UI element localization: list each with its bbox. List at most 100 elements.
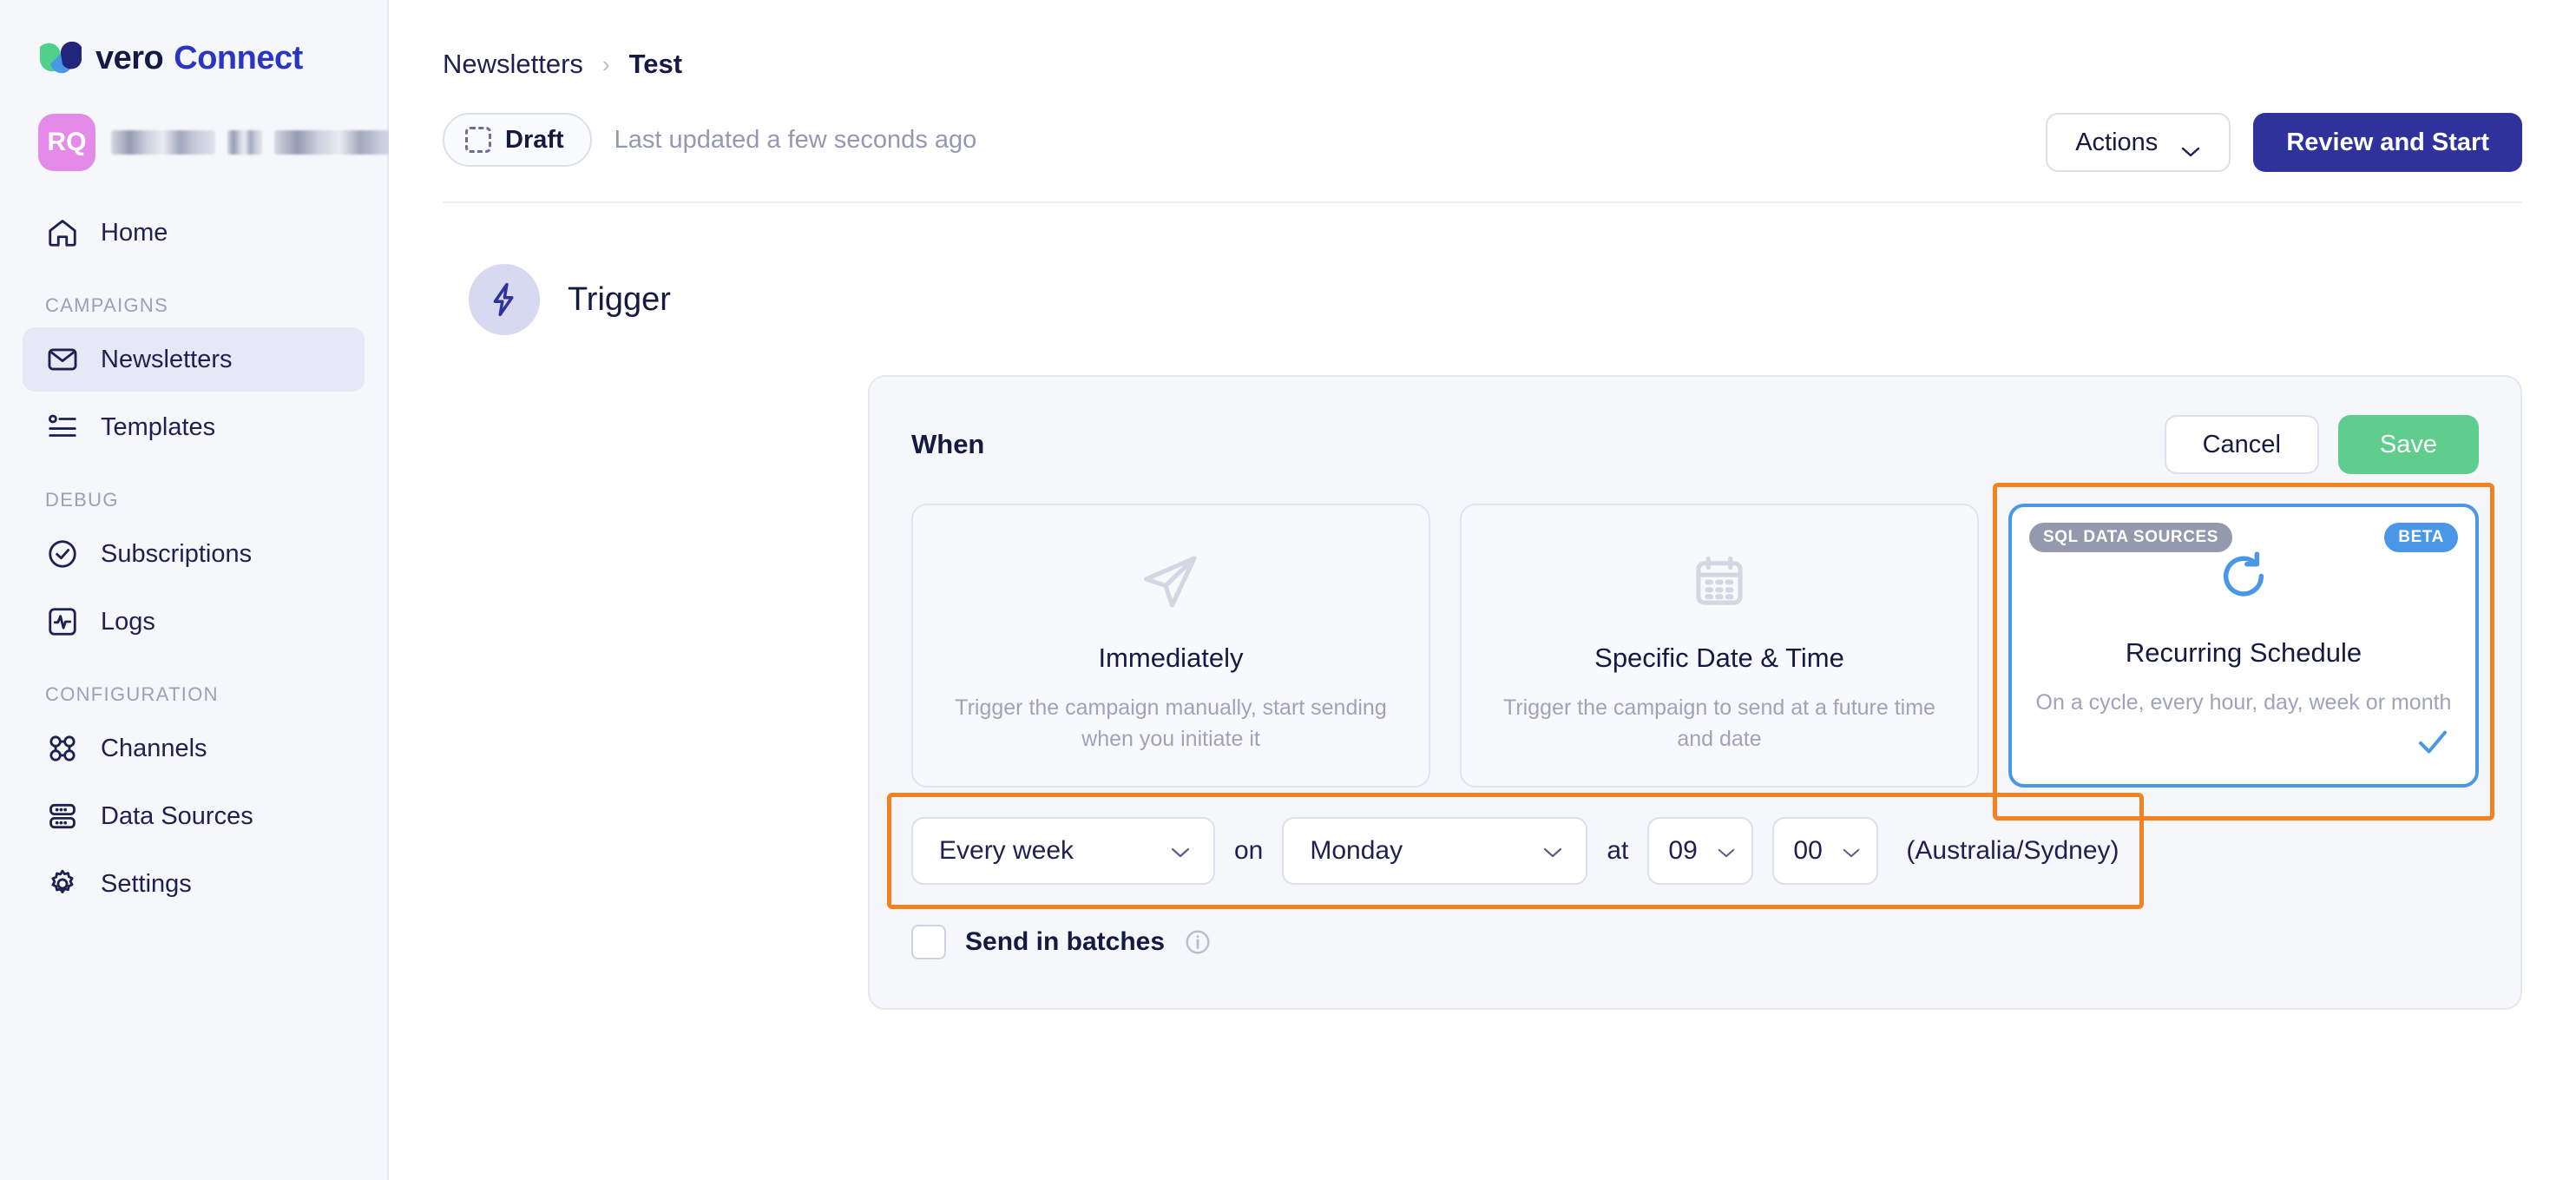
gear-icon	[45, 867, 80, 901]
redacted-segment	[274, 130, 404, 155]
list-icon	[45, 410, 80, 445]
beta-badge: BETA	[2384, 523, 2458, 552]
header-actions: Actions Review and Start	[2046, 113, 2522, 172]
trigger-option-immediately[interactable]: Immediately Trigger the campaign manuall…	[911, 504, 1430, 788]
chevron-down-icon	[1170, 836, 1191, 866]
calendar-icon	[1690, 542, 1749, 622]
paper-plane-icon	[1140, 542, 1202, 622]
hour-value: 09	[1668, 836, 1698, 865]
minute-value: 00	[1793, 836, 1823, 865]
conjunction-at: at	[1607, 836, 1629, 865]
frequency-value: Every week	[939, 836, 1074, 865]
hour-select[interactable]: 09	[1647, 817, 1754, 885]
user-menu[interactable]: RQ	[0, 77, 470, 171]
chevron-down-icon	[2180, 136, 2201, 157]
sidebar-item-subscriptions[interactable]: Subscriptions	[23, 522, 365, 586]
timezone-label: (Australia/Sydney)	[1906, 836, 2119, 865]
option-title: Immediately	[1098, 643, 1244, 673]
trigger-option-recurring-wrapper: SQL DATA SOURCES BETA Recurring Schedule…	[1993, 483, 2494, 821]
cancel-button-label: Cancel	[2202, 430, 2281, 458]
sql-data-sources-badge: SQL DATA SOURCES	[2029, 523, 2233, 552]
status-row: Draft Last updated a few seconds ago Act…	[389, 80, 2576, 172]
sidebar-item-templates[interactable]: Templates	[23, 395, 365, 459]
conjunction-on: on	[1234, 836, 1264, 865]
sidebar-item-label: Logs	[101, 607, 155, 636]
sidebar-item-label: Subscriptions	[101, 539, 253, 568]
save-button[interactable]: Save	[2337, 415, 2479, 474]
redacted-segment	[227, 130, 262, 155]
option-description: Trigger the campaign to send at a future…	[1503, 695, 1935, 751]
option-description: On a cycle, every hour, day, week or mon…	[2035, 690, 2452, 715]
sidebar-item-label: Newsletters	[101, 345, 233, 373]
activity-icon	[45, 604, 80, 639]
sidebar-item-home[interactable]: Home	[23, 201, 365, 265]
cancel-button[interactable]: Cancel	[2164, 415, 2319, 474]
sidebar-item-newsletters[interactable]: Newsletters	[23, 327, 365, 392]
option-title: Recurring Schedule	[2125, 637, 2362, 668]
sidebar-item-data-sources[interactable]: Data Sources	[23, 784, 365, 848]
sidebar-item-label: Channels	[101, 734, 207, 762]
frequency-select[interactable]: Every week	[911, 817, 1215, 885]
actions-button[interactable]: Actions	[2046, 113, 2231, 172]
chevron-right-icon: ›	[601, 50, 610, 77]
sidebar-item-channels[interactable]: Channels	[23, 716, 365, 781]
trigger-option-recurring-schedule[interactable]: SQL DATA SOURCES BETA Recurring Schedule…	[2008, 504, 2479, 788]
main-content: Newsletters › Test Draft Last updated a …	[389, 0, 2576, 1180]
brand-logo[interactable]: vero Connect	[0, 0, 387, 77]
trigger-options: Immediately Trigger the campaign manuall…	[911, 483, 2494, 821]
redacted-segment	[111, 130, 215, 155]
when-panel: When Cancel Save Immediately Trigger the…	[868, 375, 2522, 1010]
sidebar-item-label: Home	[101, 218, 168, 247]
when-header-row: When Cancel Save	[911, 415, 2479, 474]
breadcrumb: Newsletters › Test	[389, 0, 2576, 80]
option-description: Trigger the campaign manually, start sen…	[955, 695, 1387, 751]
send-in-batches-row: Send in batches	[911, 925, 2479, 959]
vero-logo-icon	[38, 41, 83, 76]
schedule-row: Every week on Monday at 09 00 (Australia…	[911, 817, 2119, 885]
sidebar-section-configuration: CONFIGURATION	[45, 683, 219, 705]
home-icon	[45, 215, 80, 250]
chevron-down-icon	[1542, 836, 1563, 866]
chevron-down-icon	[1842, 836, 1861, 866]
schedule-controls-wrapper: Every week on Monday at 09 00 (Australia…	[887, 793, 2144, 909]
send-in-batches-label: Send in batches	[965, 927, 1166, 956]
sidebar-item-label: Data Sources	[101, 801, 253, 830]
brand-name-secondary: Connect	[174, 40, 303, 76]
review-and-start-label: Review and Start	[2286, 128, 2489, 156]
actions-button-label: Actions	[2075, 128, 2159, 156]
app-root: vero Connect RQ Home CAMPAIGNS Newslette…	[0, 0, 2576, 1180]
minute-select[interactable]: 00	[1772, 817, 1879, 885]
sidebar: vero Connect RQ Home CAMPAIGNS Newslette…	[0, 0, 470, 1180]
when-label: When	[911, 429, 985, 459]
server-icon	[45, 799, 80, 834]
send-in-batches-checkbox[interactable]	[911, 925, 946, 959]
review-and-start-button[interactable]: Review and Start	[2253, 113, 2522, 172]
save-button-label: Save	[2379, 430, 2437, 458]
lightning-bolt-icon	[469, 264, 540, 335]
sidebar-item-logs[interactable]: Logs	[23, 590, 365, 654]
option-title: Specific Date & Time	[1594, 643, 1844, 673]
page-title: Trigger	[568, 280, 671, 318]
sidebar-item-settings[interactable]: Settings	[23, 852, 365, 916]
breadcrumb-parent[interactable]: Newsletters	[443, 49, 583, 80]
status-badge: Draft	[443, 113, 592, 167]
day-value: Monday	[1310, 836, 1403, 865]
user-name-redacted	[111, 125, 404, 160]
breadcrumb-current: Test	[628, 49, 683, 79]
sidebar-section-debug: DEBUG	[45, 489, 119, 511]
sidebar-item-label: Templates	[101, 412, 216, 441]
last-updated-text: Last updated a few seconds ago	[614, 125, 977, 154]
brand-name-primary: vero	[95, 40, 164, 76]
chevron-down-icon	[1717, 836, 1736, 866]
avatar: RQ	[38, 114, 95, 171]
info-icon[interactable]	[1184, 928, 1212, 956]
status-badge-label: Draft	[505, 125, 564, 154]
sidebar-item-label: Settings	[101, 869, 192, 898]
trigger-section-header: Trigger	[389, 203, 2576, 335]
selected-check-icon	[2415, 724, 2451, 765]
day-select[interactable]: Monday	[1282, 817, 1588, 885]
sidebar-nav: Home CAMPAIGNS Newsletters Templates DEB…	[0, 201, 387, 916]
trigger-option-specific-date-time[interactable]: Specific Date & Time Trigger the campaig…	[1460, 504, 1979, 788]
check-circle-icon	[45, 537, 80, 571]
sidebar-section-campaigns: CAMPAIGNS	[45, 294, 169, 316]
